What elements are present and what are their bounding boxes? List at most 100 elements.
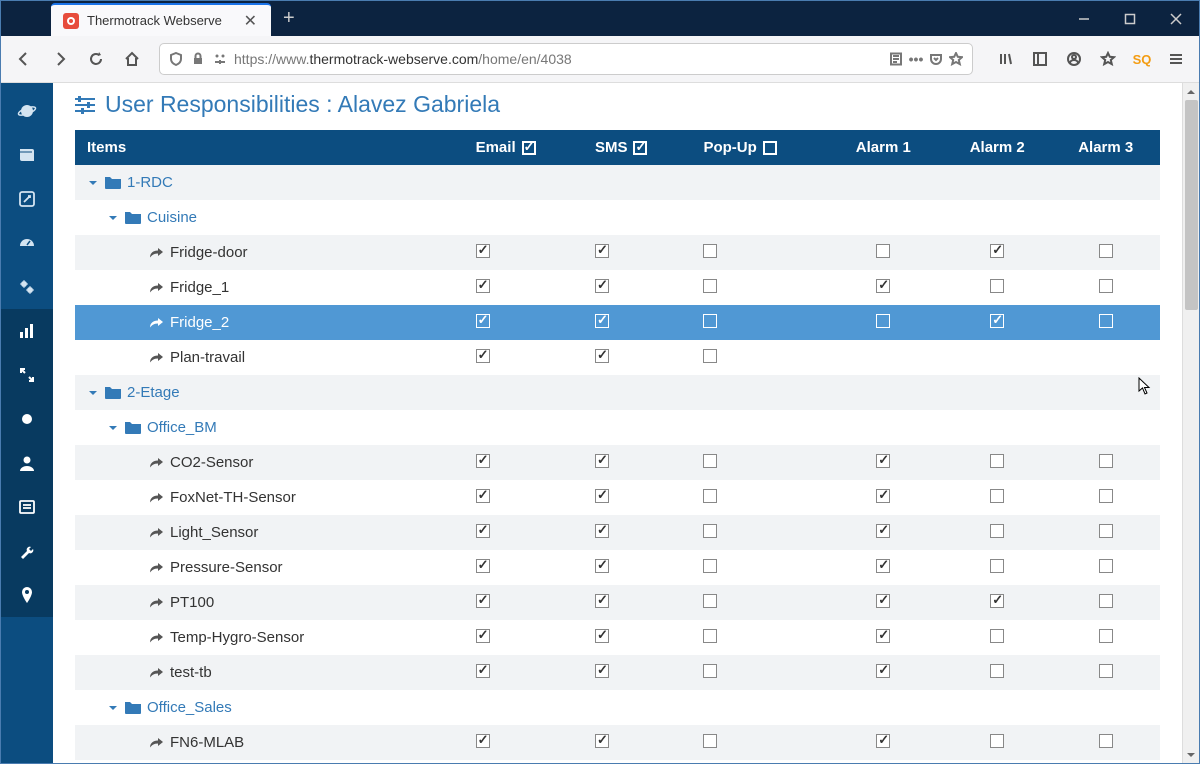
item-checkbox[interactable] [1099,489,1113,503]
item-checkbox[interactable] [990,279,1004,293]
sidebar-item-planet[interactable] [1,89,53,133]
sidebar-item-settings[interactable] [1,265,53,309]
item-checkbox[interactable] [476,594,490,608]
account-icon[interactable] [1059,44,1089,74]
item-row[interactable]: Pressure-Sensor [75,550,1160,585]
item-checkbox[interactable] [476,559,490,573]
folder-row[interactable]: Office_BM [75,410,1160,445]
sidebars-icon[interactable] [1025,44,1055,74]
sidebar-item-user[interactable] [1,441,53,485]
item-checkbox[interactable] [703,664,717,678]
item-checkbox[interactable] [476,489,490,503]
item-row[interactable]: FoxNet-TH-Sensor [75,480,1160,515]
item-checkbox[interactable] [1099,734,1113,748]
item-checkbox[interactable] [1099,594,1113,608]
item-checkbox[interactable] [595,489,609,503]
item-row[interactable]: FN6-MLAB [75,725,1160,760]
window-maximize-button[interactable] [1107,1,1153,36]
shield-icon[interactable] [168,51,184,67]
item-checkbox[interactable] [476,629,490,643]
item-checkbox[interactable] [1099,524,1113,538]
item-checkbox[interactable] [876,524,890,538]
item-checkbox[interactable] [595,454,609,468]
item-checkbox[interactable] [1099,559,1113,573]
item-checkbox[interactable] [476,314,490,328]
item-checkbox[interactable] [595,629,609,643]
item-checkbox[interactable] [476,349,490,363]
sms-header-checkbox[interactable] [633,141,647,155]
item-checkbox[interactable] [990,314,1004,328]
header-alarm2[interactable]: Alarm 2 [943,130,1052,165]
item-row[interactable]: Temp-Hygro-Sensor [75,620,1160,655]
vertical-scrollbar[interactable] [1182,83,1199,763]
nav-back-button[interactable] [9,44,39,74]
nav-forward-button[interactable] [45,44,75,74]
item-checkbox[interactable] [876,314,890,328]
item-checkbox[interactable] [595,559,609,573]
item-checkbox[interactable] [1099,314,1113,328]
item-checkbox[interactable] [1099,629,1113,643]
folder-row[interactable]: 2-Etage [75,375,1160,410]
item-checkbox[interactable] [876,279,890,293]
item-checkbox[interactable] [876,559,890,573]
item-checkbox[interactable] [476,279,490,293]
item-checkbox[interactable] [703,734,717,748]
item-checkbox[interactable] [595,279,609,293]
item-checkbox[interactable] [990,454,1004,468]
chevron-down-icon[interactable] [107,422,119,434]
item-checkbox[interactable] [476,664,490,678]
item-checkbox[interactable] [1099,664,1113,678]
browser-tab[interactable]: Thermotrack Webserve ✕ [51,3,271,36]
scroll-up-button[interactable] [1183,83,1199,100]
item-checkbox[interactable] [990,664,1004,678]
url-bar[interactable]: https://www.thermotrack-webserve.com/hom… [159,43,973,75]
scroll-down-button[interactable] [1183,746,1199,763]
header-items[interactable]: Items [75,130,466,165]
item-checkbox[interactable] [476,454,490,468]
header-popup[interactable]: Pop-Up [693,130,823,165]
sidebar-item-edit[interactable] [1,177,53,221]
lock-icon[interactable] [190,51,206,67]
folder-row[interactable]: Office_Sales [75,690,1160,725]
header-email[interactable]: Email [466,130,585,165]
item-checkbox[interactable] [990,594,1004,608]
item-checkbox[interactable] [876,664,890,678]
item-checkbox[interactable] [876,244,890,258]
item-checkbox[interactable] [595,244,609,258]
item-checkbox[interactable] [595,734,609,748]
item-checkbox[interactable] [703,629,717,643]
sidebar-item-expand[interactable] [1,353,53,397]
tab-close-icon[interactable]: ✕ [240,11,261,31]
header-sms[interactable]: SMS [585,130,694,165]
sidebar-item-tools[interactable] [1,529,53,573]
item-checkbox[interactable] [876,629,890,643]
nav-reload-button[interactable] [81,44,111,74]
item-row[interactable]: Fridge_2 [75,305,1160,340]
item-checkbox[interactable] [703,244,717,258]
item-checkbox[interactable] [876,454,890,468]
bookmark-star-icon[interactable] [948,51,964,67]
item-checkbox[interactable] [990,489,1004,503]
sidebar-item-dashboard[interactable] [1,221,53,265]
item-checkbox[interactable] [595,664,609,678]
item-row[interactable]: CO2-Sensor [75,445,1160,480]
sidebar-item-chart[interactable] [1,309,53,353]
bookmark-icon[interactable] [1093,44,1123,74]
window-close-button[interactable] [1153,1,1199,36]
folder-row[interactable]: Cuisine [75,200,1160,235]
menu-icon[interactable] [1161,44,1191,74]
item-checkbox[interactable] [703,559,717,573]
item-checkbox[interactable] [1099,279,1113,293]
item-checkbox[interactable] [595,594,609,608]
item-checkbox[interactable] [703,489,717,503]
more-actions-icon[interactable]: ••• [908,51,924,67]
item-checkbox[interactable] [990,629,1004,643]
item-checkbox[interactable] [876,489,890,503]
item-checkbox[interactable] [876,594,890,608]
item-checkbox[interactable] [703,594,717,608]
scroll-thumb[interactable] [1185,100,1198,310]
extension-icon[interactable]: SQ [1127,44,1157,74]
item-checkbox[interactable] [703,314,717,328]
folder-row[interactable]: 1-RDC [75,165,1160,200]
sidebar-item-record[interactable] [1,397,53,441]
